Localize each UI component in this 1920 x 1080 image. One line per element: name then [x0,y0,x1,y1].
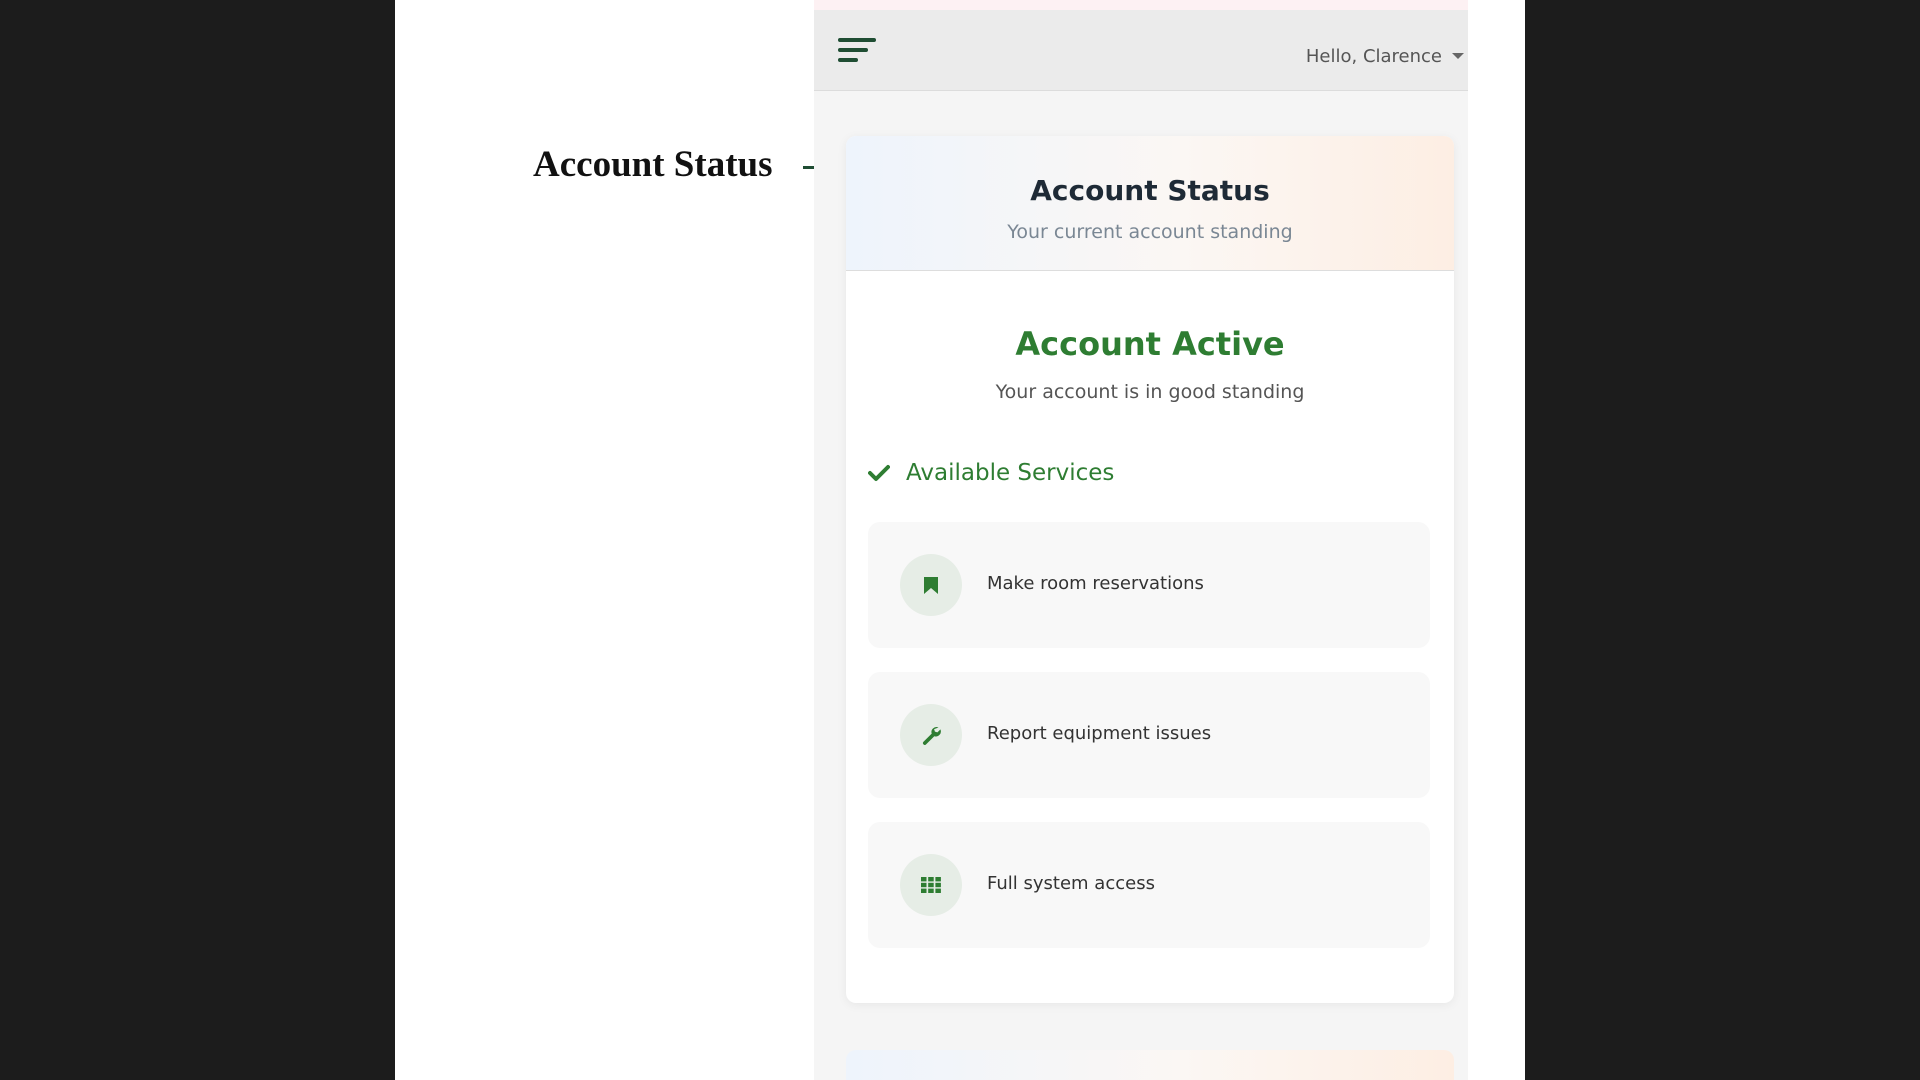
service-label: Full system access [987,873,1155,894]
callout-label: Account Status [533,144,773,185]
user-menu-dropdown[interactable]: Hello, Clarence [1306,46,1464,67]
service-label: Report equipment issues [987,723,1212,744]
checkmark-icon [868,465,890,481]
service-icon-circle [900,854,962,916]
presentation-canvas: Account Status Hello, Clarence Account S… [395,0,1525,1080]
caret-down-icon [1452,52,1464,59]
card-header: Account Status Your current account stan… [846,136,1454,271]
wrench-icon [922,727,941,745]
card-subtitle: Your current account standing [1007,221,1293,243]
service-icon-circle [900,554,962,616]
grid-icon [921,877,941,893]
account-status-card: Account Status Your current account stan… [846,136,1454,1003]
next-card-header-partial [846,1050,1454,1080]
top-accent-strip [814,0,1468,10]
service-label: Make room reservations [987,573,1204,594]
service-item-full-system-access[interactable]: Full system access [868,822,1430,948]
account-status-heading: Account Active [1015,325,1285,363]
service-item-report-equipment[interactable]: Report equipment issues [868,672,1430,798]
user-greeting: Hello, Clarence [1305,46,1442,67]
available-services-heading: Available Services [868,460,1114,486]
service-icon-circle [900,704,962,766]
account-status-description: Your account is in good standing [995,381,1305,403]
bookmark-icon [924,576,938,594]
service-item-room-reservations[interactable]: Make room reservations [868,522,1430,648]
available-services-label: Available Services [906,460,1115,486]
hamburger-menu-icon[interactable] [838,38,876,68]
app-screen: Hello, Clarence Account Status Your curr… [814,0,1468,1080]
top-navbar: Hello, Clarence [814,10,1468,91]
card-title: Account Status [1030,174,1270,207]
